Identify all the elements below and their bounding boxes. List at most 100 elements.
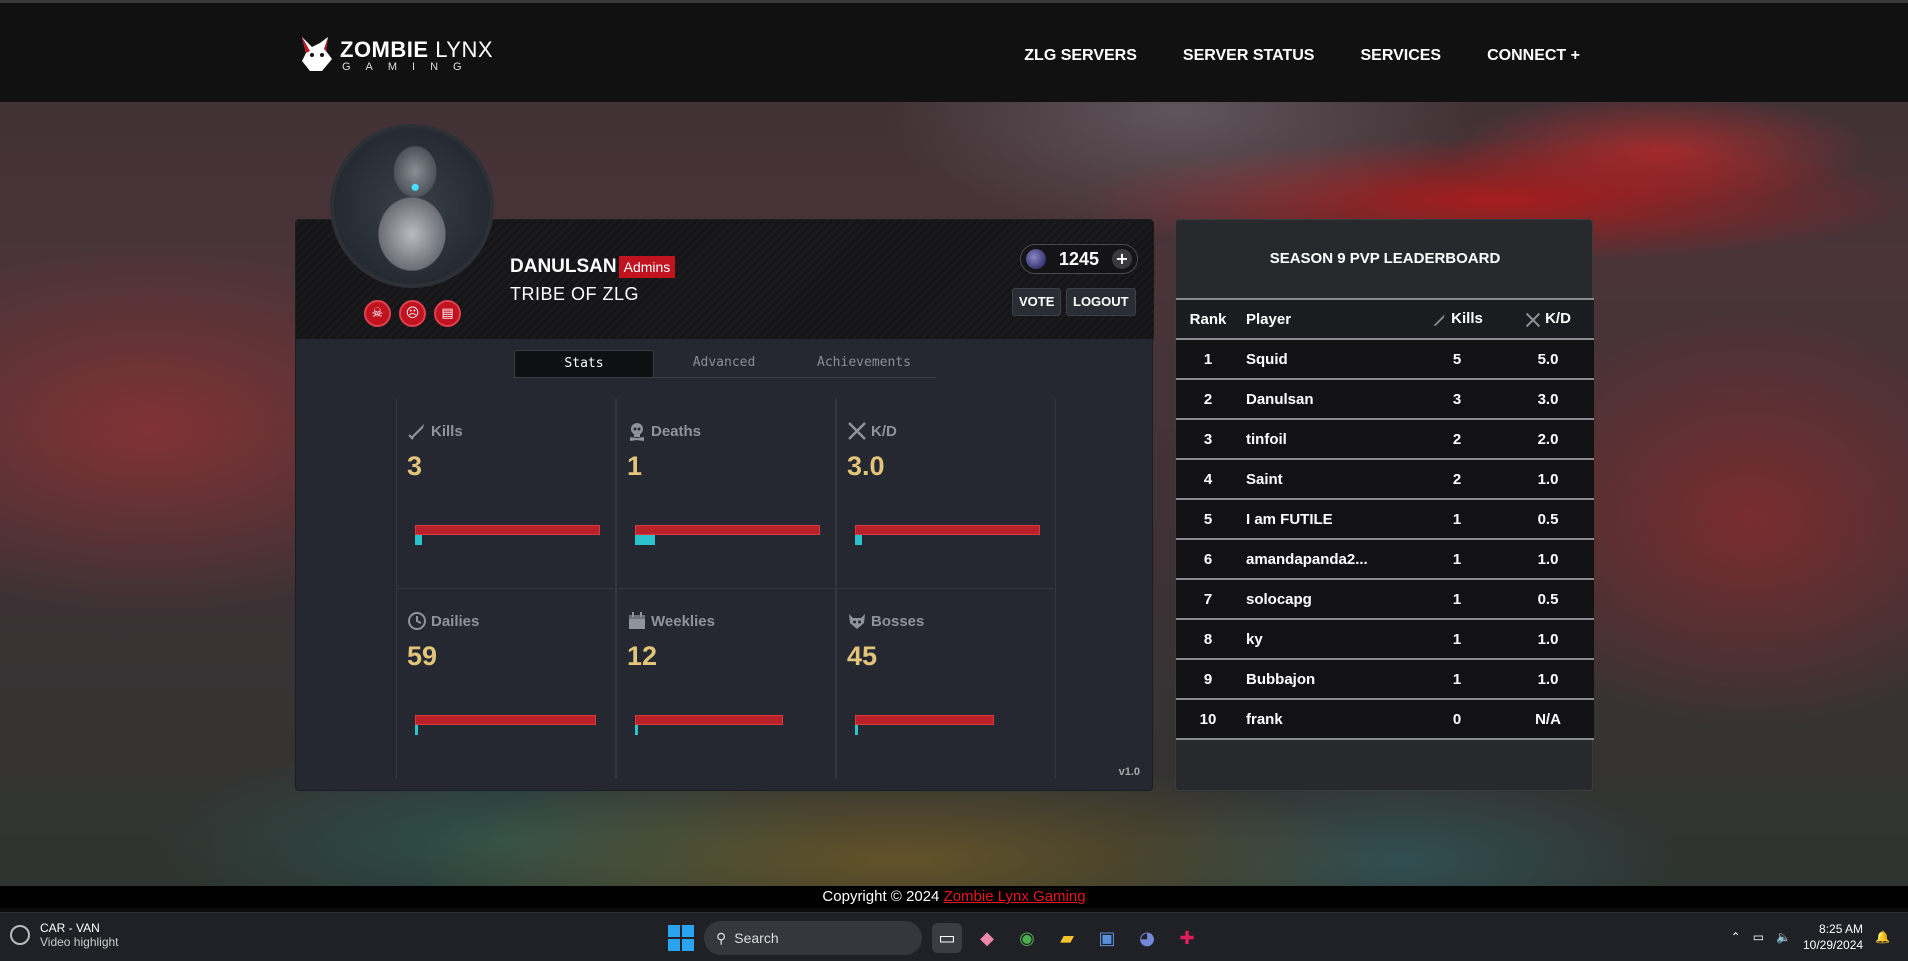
volume-icon[interactable]: 🔈 [1776, 930, 1791, 944]
kd-cell: 1.0 [1537, 470, 1559, 488]
player-cell: frank [1246, 710, 1283, 728]
add-points-button[interactable]: + [1111, 249, 1132, 269]
leaderboard-title: SEASON 9 PVP LEADERBOARD [1269, 250, 1501, 267]
leaderboard-row[interactable]: 9 Bubbajon 1 1.0 [1176, 659, 1594, 699]
file-explorer-icon[interactable]: ▰ [1052, 923, 1082, 953]
col-kills-label: Kills [1451, 310, 1483, 328]
tab-achievements[interactable]: Achievements [794, 350, 934, 378]
copilot-icon[interactable]: ◆ [972, 923, 1002, 953]
player-cell: Danulsan [1246, 390, 1314, 408]
nav-services[interactable]: SERVICES [1360, 47, 1441, 65]
chevron-up-icon[interactable]: ⌃ [1731, 930, 1741, 944]
stat-weeklies: Weeklies 12 [616, 589, 836, 779]
nav-zlg-servers[interactable]: ZLG SERVERS [1024, 47, 1137, 65]
stat-value: 1 [627, 451, 643, 481]
coin-icon [1026, 249, 1046, 269]
stat-dailies: Dailies 59 [396, 589, 616, 779]
main-nav: ZLG SERVERS SERVER STATUS SERVICES CONNE… [1024, 47, 1580, 65]
leaderboard-row[interactable]: 6 amandapanda2... 1 1.0 [1176, 539, 1594, 579]
kills-cell: 3 [1452, 390, 1462, 408]
calendar-badge-icon[interactable]: ▤ [434, 300, 461, 327]
kills-cell: 0 [1452, 710, 1462, 728]
sword-icon [1433, 313, 1445, 326]
logout-button[interactable]: LOGOUT [1066, 288, 1136, 316]
windows-start-icon[interactable] [668, 925, 694, 951]
leaderboard-row[interactable]: 3 tinfoil 2 2.0 [1176, 419, 1594, 459]
stat-deaths: Deaths 1 [616, 399, 836, 589]
kd-cell: 0.5 [1537, 510, 1559, 528]
nav-connect[interactable]: CONNECT + [1487, 47, 1580, 65]
notification-bell-icon[interactable]: 🔔 [1875, 930, 1890, 944]
crossed-swords-icon [1525, 312, 1541, 327]
kd-cell: 1.0 [1537, 550, 1559, 568]
clock-icon [408, 612, 426, 630]
news-subtitle: Video highlight [40, 935, 119, 949]
kills-cell: 2 [1452, 430, 1462, 448]
leaderboard-panel: SEASON 9 PVP LEADERBOARD Rank Player Kil… [1175, 219, 1594, 791]
chrome-icon[interactable]: ◉ [1012, 923, 1042, 953]
username-row: DANULSAN Admins [510, 256, 676, 278]
player-cell: Saint [1246, 470, 1283, 488]
stat-value: 12 [627, 641, 658, 671]
taskbar-search[interactable]: ⚲ Search [704, 921, 922, 955]
points-value: 1245 [1058, 248, 1100, 269]
leaderboard-row[interactable]: 8 ky 1 1.0 [1176, 619, 1594, 659]
stat-value: 45 [847, 641, 878, 671]
kd-cell: 2.0 [1537, 430, 1559, 448]
tab-stats[interactable]: Stats [514, 350, 654, 378]
sword-icon [408, 424, 424, 440]
stat-track [415, 715, 596, 725]
rank-cell: 8 [1203, 630, 1213, 648]
stat-value: 3 [407, 451, 423, 481]
stat-bosses: Bosses 45 [836, 589, 1056, 779]
leaderboard-row[interactable]: 2 Danulsan 3 3.0 [1176, 379, 1594, 419]
clock[interactable]: 8:25 AM 10/29/2024 [1803, 921, 1863, 953]
remote-desktop-icon[interactable]: ▣ [1092, 923, 1122, 953]
stats-grid: Kills 3 Deaths 1 K/D 3.0 Dailies 59 Week… [396, 399, 1056, 779]
leaderboard-row[interactable]: 7 solocapg 1 0.5 [1176, 579, 1594, 619]
site-footer: Copyright © 2024 Zombie Lynx Gaming [0, 886, 1908, 908]
stat-progress [415, 535, 422, 545]
leaderboard-row[interactable]: 10 frank 0 N/A [1176, 699, 1594, 739]
player-cell: Bubbajon [1246, 670, 1316, 688]
nav-server-status[interactable]: SERVER STATUS [1183, 47, 1315, 65]
kd-cell: N/A [1535, 710, 1561, 728]
news-widget[interactable]: CAR - VAN Video highlight [10, 921, 119, 949]
network-icon[interactable]: ▭ [1753, 930, 1764, 944]
leaderboard-row[interactable]: 4 Saint 2 1.0 [1176, 459, 1594, 499]
skull-badge-icon[interactable]: ☠ [364, 300, 391, 327]
kills-cell: 1 [1452, 670, 1462, 688]
stat-label: Weeklies [651, 612, 715, 630]
leaderboard-row[interactable]: 5 I am FUTILE 1 0.5 [1176, 499, 1594, 539]
stat-kills: Kills 3 [396, 399, 616, 589]
clock-time: 8:25 AM [1819, 922, 1864, 936]
site-logo[interactable]: ZOMBIE LYNX GAMING [298, 35, 498, 75]
tab-advanced[interactable]: Advanced [654, 350, 794, 378]
leaderboard-row[interactable]: 1 Squid 5 5.0 [1176, 339, 1594, 379]
leaderboard-table: Rank Player Kills K/D 1 Squid 5 5.0 2 Danulsa… [1176, 298, 1594, 740]
rank-cell: 6 [1203, 550, 1213, 568]
stat-label: Deaths [651, 422, 702, 440]
avatar[interactable] [330, 124, 494, 288]
kd-cell: 3.0 [1537, 390, 1559, 408]
leaderboard-body: 1 Squid 5 5.0 2 Danulsan 3 3.0 3 tinfoil 2 2.0 4 Sain… [1176, 339, 1594, 739]
profile-card: ☠ ☹ ▤ DANULSAN Admins TRIBE OF ZLG 1245 … [295, 124, 1154, 791]
stat-progress [635, 725, 638, 735]
footer-brand-link[interactable]: Zombie Lynx Gaming [944, 888, 1086, 905]
discord-icon[interactable]: ◕ [1132, 923, 1162, 953]
zombie-badge-icon[interactable]: ☹ [399, 300, 426, 327]
col-player: Player [1246, 310, 1292, 328]
col-rank: Rank [1189, 310, 1227, 328]
kills-cell: 1 [1452, 550, 1462, 568]
kills-cell: 1 [1452, 590, 1462, 608]
slack-icon[interactable]: ✚ [1172, 923, 1202, 953]
points-pill: 1245 + [1020, 244, 1138, 274]
crossed-swords-icon [848, 422, 866, 440]
task-view-icon[interactable]: ▭ [932, 923, 962, 953]
player-cell: amandapanda2... [1246, 550, 1368, 568]
stat-value: 59 [407, 641, 438, 671]
kills-cell: 2 [1452, 470, 1462, 488]
profile-tabs: Stats Advanced Achievements [514, 350, 936, 378]
vote-button[interactable]: VOTE [1012, 288, 1062, 316]
site-header: ZOMBIE LYNX GAMING ZLG SERVERS SERVER ST… [0, 0, 1908, 102]
